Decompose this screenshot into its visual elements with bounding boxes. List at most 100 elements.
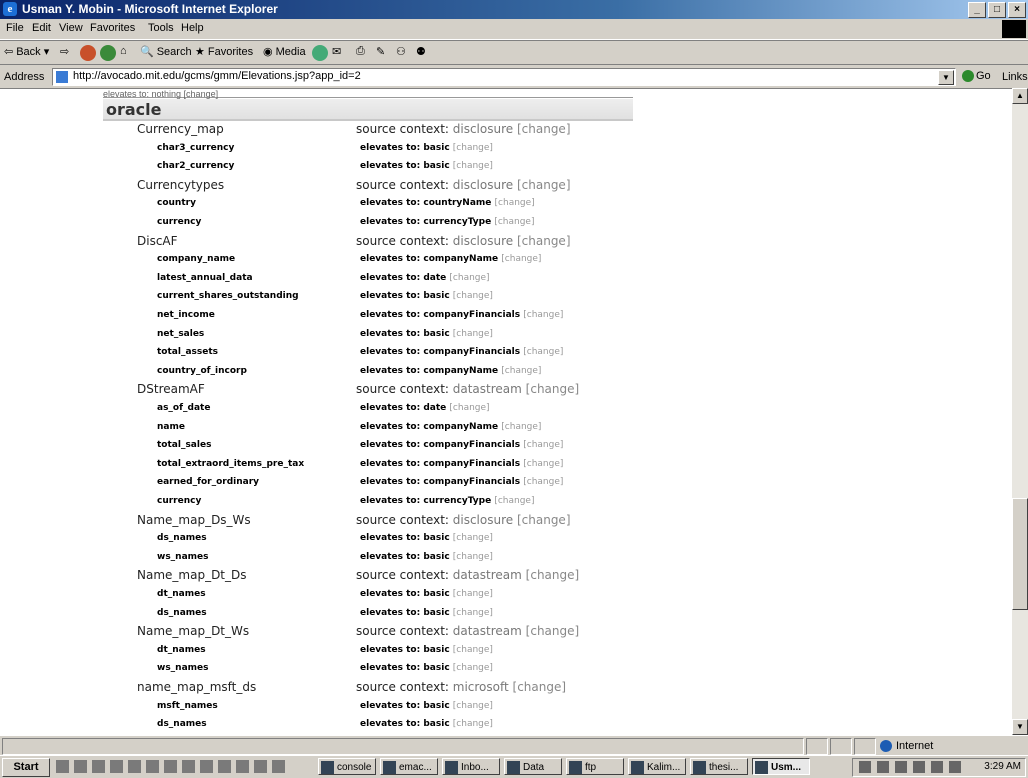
task-kalim[interactable]: Kalim... (628, 758, 686, 775)
change-elevation-link[interactable]: [change] (453, 719, 493, 729)
search-button[interactable]: 🔍 Search (140, 45, 192, 59)
refresh-button[interactable] (100, 45, 116, 61)
task-usman[interactable]: Usm... (752, 758, 810, 775)
task-data[interactable]: Data (504, 758, 562, 775)
quicklaunch-icon[interactable] (128, 760, 141, 773)
quicklaunch-icon[interactable] (218, 760, 231, 773)
go-button[interactable]: Go (962, 70, 991, 82)
change-elevation-link[interactable]: [change] (449, 273, 489, 283)
change-elevation-link[interactable]: [change] (453, 533, 493, 543)
change-context-link[interactable]: [change] (517, 122, 571, 136)
stop-button[interactable] (80, 45, 96, 61)
change-elevation-link[interactable]: [change] (523, 310, 563, 320)
change-elevation-link[interactable]: [change] (494, 496, 534, 506)
links-button[interactable]: Links (1002, 71, 1028, 83)
quicklaunch-icon[interactable] (56, 760, 69, 773)
change-context-link[interactable]: [change] (526, 382, 580, 396)
task-emacs[interactable]: emac... (380, 758, 438, 775)
menu-favorites[interactable]: Favorites (90, 22, 135, 34)
change-elevation-link[interactable]: [change] (523, 440, 563, 450)
tray-icon[interactable] (949, 761, 961, 773)
address-input[interactable]: http://avocado.mit.edu/gcms/gmm/Elevatio… (52, 68, 956, 86)
change-elevation-link[interactable]: [change] (453, 552, 493, 562)
change-elevation-link[interactable]: [change] (453, 291, 493, 301)
task-ftp[interactable]: ftp (566, 758, 624, 775)
quicklaunch-icon[interactable] (110, 760, 123, 773)
tray-icon[interactable] (877, 761, 889, 773)
quicklaunch-icon[interactable] (74, 760, 87, 773)
elevation: elevates to: basic [change] (360, 719, 493, 729)
back-button[interactable]: ⇦ Back ▾ (4, 45, 49, 59)
quicklaunch-icon[interactable] (182, 760, 195, 773)
elevation-label: elevates to: (360, 198, 424, 209)
change-elevation-link[interactable]: [change] (501, 422, 541, 432)
change-elevation-link[interactable]: [change] (453, 161, 493, 171)
task-thesis[interactable]: thesi... (690, 758, 748, 775)
scroll-thumb[interactable] (1012, 498, 1028, 610)
change-elevation-link[interactable]: [change] (501, 254, 541, 264)
change-context-link[interactable]: [change] (517, 178, 571, 192)
vertical-scrollbar[interactable]: ▲ ▼ (1012, 88, 1028, 735)
menu-file[interactable]: File (6, 22, 24, 34)
change-elevation-link[interactable]: [change] (495, 198, 535, 208)
address-dropdown-button[interactable]: ▼ (938, 70, 954, 85)
history-button[interactable] (312, 45, 328, 61)
quicklaunch-icon[interactable] (146, 760, 159, 773)
mail-button[interactable]: ✉ (332, 45, 341, 58)
change-elevation-link[interactable]: [change] (501, 366, 541, 376)
quicklaunch-icon[interactable] (92, 760, 105, 773)
favorites-button[interactable]: ★ Favorites (195, 45, 253, 59)
change-elevation-link[interactable]: [change] (523, 477, 563, 487)
change-context-link[interactable]: [change] (513, 680, 567, 694)
quicklaunch-icon[interactable] (236, 760, 249, 773)
forward-button[interactable]: ⇨ (60, 45, 69, 58)
kalim-icon (631, 761, 644, 774)
menu-help[interactable]: Help (181, 22, 204, 34)
column-row: as_of_date elevates to: date [change] (0, 403, 1012, 421)
tray-icon[interactable] (931, 761, 943, 773)
source-context-value: datastream (452, 382, 522, 397)
elevation-label: elevates to: (360, 700, 424, 711)
quicklaunch-icon[interactable] (272, 760, 285, 773)
tray-icon[interactable] (895, 761, 907, 773)
quicklaunch-icon[interactable] (200, 760, 213, 773)
elevation: elevates to: basic [change] (360, 663, 493, 673)
tray-icon[interactable] (913, 761, 925, 773)
task-inbox[interactable]: Inbo... (442, 758, 500, 775)
change-elevation-link[interactable]: [change] (453, 589, 493, 599)
change-context-link[interactable]: [change] (526, 568, 580, 582)
change-elevation-link[interactable]: [change] (453, 663, 493, 673)
home-button[interactable]: ⌂ (120, 45, 127, 57)
task-console[interactable]: console (318, 758, 376, 775)
change-elevation-link[interactable]: [change] (453, 143, 493, 153)
quicklaunch-icon[interactable] (164, 760, 177, 773)
minimize-button[interactable]: _ (968, 2, 986, 18)
maximize-button[interactable]: □ (988, 2, 1006, 18)
start-button[interactable]: Start (2, 758, 50, 777)
scroll-down-button[interactable]: ▼ (1012, 719, 1028, 735)
close-button[interactable]: × (1008, 2, 1026, 18)
change-context-link[interactable]: [change] (517, 234, 571, 248)
edit-button[interactable]: ✎ (376, 45, 385, 58)
change-elevation-link[interactable]: [change] (453, 645, 493, 655)
menu-edit[interactable]: Edit (32, 22, 51, 34)
tray-icon[interactable] (859, 761, 871, 773)
quicklaunch-icon[interactable] (254, 760, 267, 773)
change-elevation-link[interactable]: [change] (453, 329, 493, 339)
change-elevation-link[interactable]: [change] (494, 217, 534, 227)
media-button[interactable]: ◉ Media (263, 45, 306, 59)
messenger-button[interactable]: ⚉ (416, 45, 426, 58)
change-context-link[interactable]: [change] (526, 624, 580, 638)
change-elevation-link[interactable]: [change] (453, 608, 493, 618)
print-button[interactable]: ⎙ (356, 45, 365, 58)
menu-tools[interactable]: Tools (148, 22, 174, 34)
discuss-button[interactable]: ⚇ (396, 45, 406, 58)
change-context-link[interactable]: [change] (517, 513, 571, 527)
change-elevation-link[interactable]: [change] (449, 403, 489, 413)
column-name: currency (157, 217, 202, 227)
change-elevation-link[interactable]: [change] (453, 701, 493, 711)
scroll-up-button[interactable]: ▲ (1012, 88, 1028, 104)
menu-view[interactable]: View (59, 22, 83, 34)
change-elevation-link[interactable]: [change] (523, 459, 563, 469)
change-elevation-link[interactable]: [change] (523, 347, 563, 357)
